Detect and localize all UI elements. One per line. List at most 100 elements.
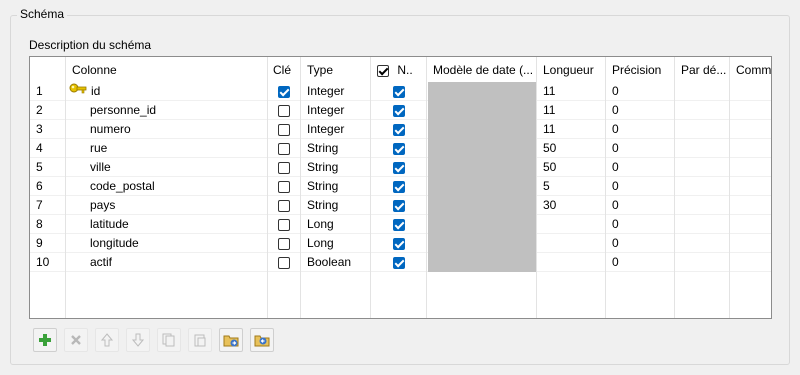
key-checkbox[interactable] [278, 218, 290, 231]
column-name-cell[interactable]: code_postal [66, 177, 268, 196]
comment-cell[interactable] [730, 215, 771, 234]
column-name-cell[interactable]: longitude [66, 234, 268, 253]
type-cell[interactable]: String [301, 196, 371, 215]
key-checkbox[interactable] [278, 237, 290, 250]
header-modele-date[interactable]: Modèle de date (... [427, 57, 537, 82]
nullable-checkbox[interactable] [393, 142, 405, 155]
nullable-all-checkbox[interactable] [377, 64, 389, 77]
nullable-checkbox[interactable] [393, 237, 405, 250]
comment-cell[interactable] [730, 234, 771, 253]
key-cell[interactable] [268, 101, 301, 120]
header-type[interactable]: Type [301, 57, 371, 82]
type-cell[interactable]: Boolean [301, 253, 371, 272]
length-cell[interactable]: 50 [537, 139, 606, 158]
type-cell[interactable]: String [301, 139, 371, 158]
key-checkbox[interactable] [278, 142, 290, 155]
column-name-cell[interactable]: rue [66, 139, 268, 158]
precision-cell[interactable]: 0 [606, 158, 675, 177]
type-cell[interactable]: Long [301, 234, 371, 253]
precision-cell[interactable]: 0 [606, 234, 675, 253]
default-cell[interactable] [675, 120, 730, 139]
precision-cell[interactable]: 0 [606, 82, 675, 101]
nullable-checkbox[interactable] [393, 180, 405, 193]
nullable-cell[interactable] [371, 82, 427, 101]
nullable-checkbox[interactable] [393, 218, 405, 231]
key-checkbox[interactable] [278, 161, 290, 174]
nullable-checkbox[interactable] [393, 104, 405, 117]
table-row[interactable]: 6 code_postal String 5 0 [30, 177, 771, 196]
key-cell[interactable] [268, 82, 301, 101]
default-cell[interactable] [675, 158, 730, 177]
schema-table[interactable]: Colonne Clé Type N.. Modèle de date (...… [29, 56, 772, 319]
default-cell[interactable] [675, 101, 730, 120]
table-row[interactable]: 2 personne_id Integer 11 0 [30, 101, 771, 120]
default-cell[interactable] [675, 215, 730, 234]
length-cell[interactable]: 11 [537, 82, 606, 101]
nullable-checkbox[interactable] [393, 161, 405, 174]
date-pattern-cell[interactable] [428, 82, 536, 101]
key-cell[interactable] [268, 139, 301, 158]
precision-cell[interactable]: 0 [606, 101, 675, 120]
date-pattern-cell[interactable] [428, 196, 536, 215]
nullable-cell[interactable] [371, 120, 427, 139]
add-button[interactable] [33, 328, 57, 352]
export-button[interactable] [250, 328, 274, 352]
precision-cell[interactable]: 0 [606, 177, 675, 196]
comment-cell[interactable] [730, 82, 771, 101]
default-cell[interactable] [675, 139, 730, 158]
nullable-checkbox[interactable] [393, 199, 405, 212]
length-cell[interactable] [537, 234, 606, 253]
header-longueur[interactable]: Longueur [537, 57, 606, 82]
column-name-cell[interactable]: latitude [66, 215, 268, 234]
column-name-cell[interactable]: personne_id [66, 101, 268, 120]
comment-cell[interactable] [730, 253, 771, 272]
key-checkbox[interactable] [278, 123, 290, 136]
key-cell[interactable] [268, 253, 301, 272]
column-name-cell[interactable]: pays [66, 196, 268, 215]
import-button[interactable] [219, 328, 243, 352]
date-pattern-cell[interactable] [428, 234, 536, 253]
type-cell[interactable]: Long [301, 215, 371, 234]
nullable-cell[interactable] [371, 196, 427, 215]
default-cell[interactable] [675, 196, 730, 215]
default-cell[interactable] [675, 234, 730, 253]
table-row[interactable]: 7 pays String 30 0 [30, 196, 771, 215]
length-cell[interactable]: 11 [537, 120, 606, 139]
key-checkbox[interactable] [278, 104, 290, 117]
precision-cell[interactable]: 0 [606, 196, 675, 215]
date-pattern-cell[interactable] [428, 139, 536, 158]
length-cell[interactable]: 30 [537, 196, 606, 215]
date-pattern-cell[interactable] [428, 101, 536, 120]
nullable-cell[interactable] [371, 139, 427, 158]
table-row[interactable]: 5 ville String 50 0 [30, 158, 771, 177]
comment-cell[interactable] [730, 139, 771, 158]
key-cell[interactable] [268, 234, 301, 253]
nullable-cell[interactable] [371, 177, 427, 196]
comment-cell[interactable] [730, 196, 771, 215]
length-cell[interactable]: 5 [537, 177, 606, 196]
key-cell[interactable] [268, 177, 301, 196]
header-commentaire[interactable]: Comme... [730, 57, 771, 82]
table-row[interactable]: 1 id Integer 11 0 [30, 82, 771, 101]
key-cell[interactable] [268, 120, 301, 139]
comment-cell[interactable] [730, 158, 771, 177]
header-par-defaut[interactable]: Par dé... [675, 57, 730, 82]
column-name-cell[interactable]: numero [66, 120, 268, 139]
default-cell[interactable] [675, 177, 730, 196]
table-row[interactable]: 4 rue String 50 0 [30, 139, 771, 158]
type-cell[interactable]: Integer [301, 101, 371, 120]
nullable-cell[interactable] [371, 158, 427, 177]
key-checkbox[interactable] [278, 180, 290, 193]
date-pattern-cell[interactable] [428, 215, 536, 234]
key-cell[interactable] [268, 196, 301, 215]
default-cell[interactable] [675, 82, 730, 101]
date-pattern-cell[interactable] [428, 253, 536, 272]
key-cell[interactable] [268, 158, 301, 177]
nullable-cell[interactable] [371, 234, 427, 253]
date-pattern-cell[interactable] [428, 120, 536, 139]
column-name-cell[interactable]: actif [66, 253, 268, 272]
nullable-cell[interactable] [371, 215, 427, 234]
column-name-cell[interactable]: ville [66, 158, 268, 177]
date-pattern-cell[interactable] [428, 158, 536, 177]
length-cell[interactable]: 11 [537, 101, 606, 120]
